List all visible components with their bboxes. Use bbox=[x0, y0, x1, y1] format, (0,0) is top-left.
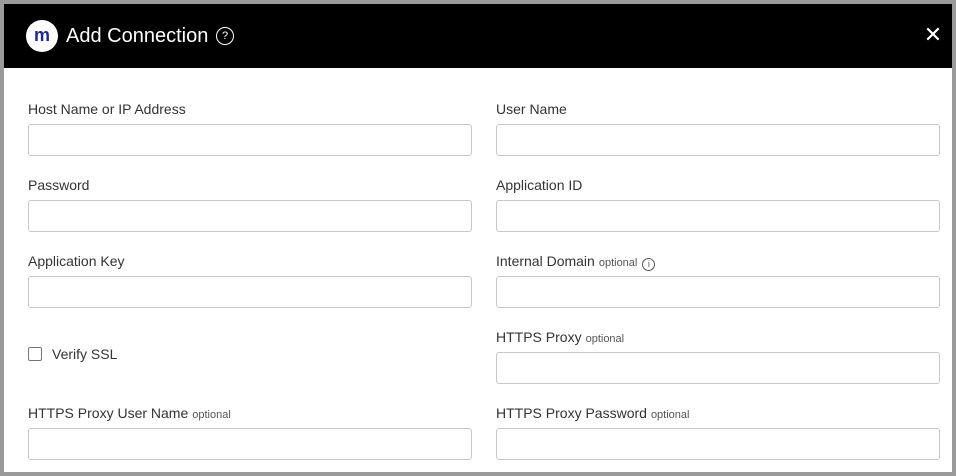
https-proxy-label: HTTPS Proxy bbox=[496, 329, 582, 345]
password-input[interactable] bbox=[28, 200, 472, 232]
proxy-password-input[interactable] bbox=[496, 428, 940, 460]
internal-domain-input[interactable] bbox=[496, 276, 940, 308]
info-icon[interactable]: i bbox=[642, 258, 656, 271]
verify-ssl-label[interactable]: Verify SSL bbox=[52, 345, 117, 363]
optional-tag: optional bbox=[585, 333, 625, 345]
add-connection-dialog: m Add Connection ? ✕ Host Name or IP Add… bbox=[0, 0, 956, 476]
host-input[interactable] bbox=[28, 124, 472, 156]
proxy-user-label-group: HTTPS Proxy User Name optional bbox=[28, 404, 231, 424]
proxy-user-label: HTTPS Proxy User Name bbox=[28, 405, 189, 421]
app-key-input[interactable] bbox=[28, 276, 472, 308]
username-label: User Name bbox=[496, 101, 567, 117]
proxy-user-input[interactable] bbox=[28, 428, 472, 460]
app-id-label: Application ID bbox=[496, 177, 583, 193]
close-icon[interactable]: ✕ bbox=[922, 24, 944, 46]
internal-domain-label: Internal Domain bbox=[496, 253, 595, 269]
https-proxy-label-group: HTTPS Proxy optional bbox=[496, 328, 624, 348]
app-key-label: Application Key bbox=[28, 253, 125, 269]
proxy-password-label-group: HTTPS Proxy Password optional bbox=[496, 404, 689, 424]
dialog-header: m Add Connection ? ✕ bbox=[4, 4, 952, 68]
optional-tag: optional bbox=[192, 409, 231, 421]
password-label: Password bbox=[28, 177, 90, 193]
optional-tag: optional bbox=[598, 257, 638, 269]
app-id-input[interactable] bbox=[496, 200, 940, 232]
internal-domain-label-group: Internal Domain optional i bbox=[496, 252, 656, 272]
help-icon[interactable]: ? bbox=[216, 27, 234, 45]
host-label: Host Name or IP Address bbox=[28, 101, 186, 117]
https-proxy-input[interactable] bbox=[496, 352, 940, 384]
verify-ssl-checkbox[interactable] bbox=[28, 347, 42, 361]
username-input[interactable] bbox=[496, 124, 940, 156]
app-logo-icon: m bbox=[26, 20, 58, 52]
dialog-title: Add Connection bbox=[66, 25, 209, 47]
proxy-password-label: HTTPS Proxy Password bbox=[496, 405, 647, 421]
optional-tag: optional bbox=[650, 409, 690, 421]
